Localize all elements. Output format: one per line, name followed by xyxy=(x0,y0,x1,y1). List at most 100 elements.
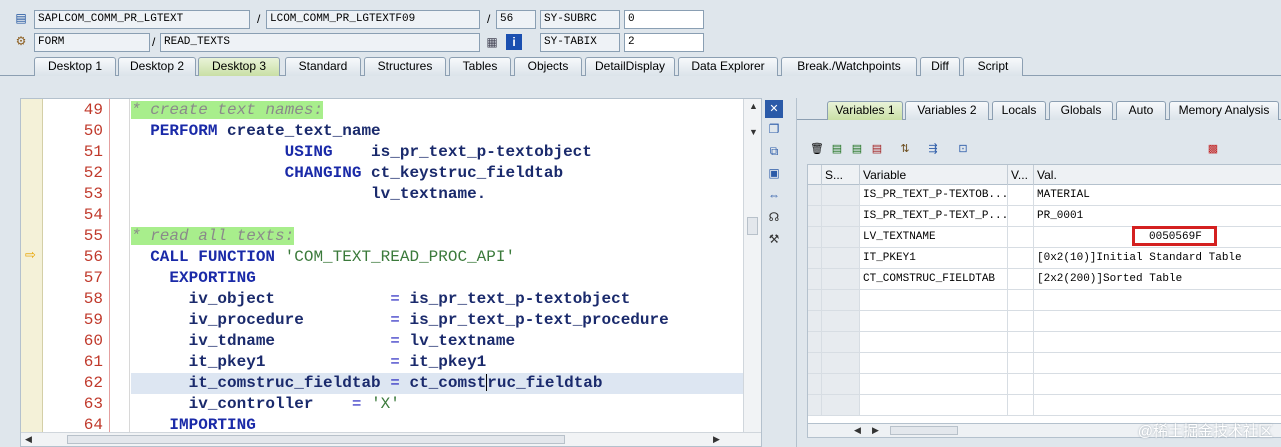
debugger-header: ▤ SAPLCOM_COMM_PR_LGTEXT / LCOM_COMM_PR_… xyxy=(0,0,1281,54)
col-header-v[interactable]: V... xyxy=(1008,165,1034,185)
code-vertical-scrollbar[interactable]: ▲ ▼ xyxy=(743,99,761,446)
scroll-right-icon[interactable]: ▶ xyxy=(713,434,720,445)
code-line: iv_controller = 'X' xyxy=(188,395,400,413)
tab-structures[interactable]: Structures xyxy=(364,57,446,76)
table-row[interactable]: IT_PKEY1 [0x2(10)]Initial Standard Table xyxy=(808,248,1281,269)
code-line: USING is_pr_text_p-textobject xyxy=(284,143,592,161)
filter-icon[interactable]: ⊡ xyxy=(955,141,971,157)
save-icon[interactable]: ▩ xyxy=(1205,141,1221,157)
tab-auto[interactable]: Auto xyxy=(1116,101,1166,120)
table-row[interactable] xyxy=(808,311,1281,332)
highlight-box xyxy=(1132,226,1217,246)
variables-toolbar: 🗑 ▤ ▤ ▤ ⇅ ⇶ ⊡ ▩ xyxy=(797,140,1281,160)
col-header-s[interactable]: S... xyxy=(822,165,860,185)
code-line: iv_object = is_pr_text_p-textobject xyxy=(188,290,631,308)
hscroll-thumb[interactable] xyxy=(67,435,565,444)
header-row-event: ⚙ FORM / READ_TEXTS ▦ i SY-TABIX 2 xyxy=(0,32,1281,54)
line-number-field: 56 xyxy=(496,10,536,29)
tab-locals[interactable]: Locals xyxy=(992,101,1046,120)
scroll-right-icon[interactable]: ▶ xyxy=(872,425,879,436)
tab-standard[interactable]: Standard xyxy=(285,57,361,76)
code-area[interactable]: * create text names: PERFORM create_text… xyxy=(131,99,743,446)
code-line: * create text names: xyxy=(131,101,324,119)
variables-tab-bar: Variables 1 Variables 2 Locals Globals A… xyxy=(797,100,1281,120)
table-row[interactable] xyxy=(808,395,1281,416)
scroll-thumb[interactable] xyxy=(747,217,758,235)
swap-icon[interactable]: ⇔ xyxy=(765,186,783,204)
variables-grid: S... Variable V... Val. IS_PR_TEXT_P-TEX… xyxy=(807,164,1281,424)
sysvar-value-field-2[interactable]: 2 xyxy=(624,33,704,52)
program-icon: ▤ xyxy=(15,11,27,25)
table-row[interactable] xyxy=(808,290,1281,311)
tab-diff[interactable]: Diff xyxy=(920,57,960,76)
sort-icon[interactable]: ⇅ xyxy=(897,141,913,157)
code-horizontal-scrollbar[interactable]: ◀ ▶ xyxy=(21,432,761,446)
code-line: PERFORM create_text_name xyxy=(150,122,381,140)
desktop-tab-bar: Desktop 1 Desktop 2 Desktop 3 Standard S… xyxy=(0,56,1281,76)
new-window-icon[interactable]: ❐ xyxy=(765,120,783,138)
tab-variables-2[interactable]: Variables 2 xyxy=(905,101,989,120)
scroll-left-icon[interactable]: ◀ xyxy=(854,425,861,436)
split-icon[interactable]: ⧉ xyxy=(765,142,783,160)
tab-tables[interactable]: Tables xyxy=(449,57,511,76)
watermark: @稀土掘金技术社区 xyxy=(1137,423,1273,440)
event-name-field: READ_TEXTS xyxy=(160,33,480,52)
tab-break-watchpoints[interactable]: Break./Watchpoints xyxy=(781,57,917,76)
remove-icon[interactable]: ▤ xyxy=(869,141,885,157)
code-line: iv_procedure = is_pr_text_p-text_procedu… xyxy=(188,311,669,329)
delete-icon[interactable]: 🗑 xyxy=(809,141,825,157)
sysvar-value-field-1[interactable]: 0 xyxy=(624,10,704,29)
scroll-left-icon[interactable]: ◀ xyxy=(25,434,32,445)
headset-icon[interactable]: ☊ xyxy=(765,208,783,226)
tab-desktop-1[interactable]: Desktop 1 xyxy=(34,57,116,76)
maximize-icon[interactable]: ▣ xyxy=(765,164,783,182)
close-icon[interactable]: ✕ xyxy=(765,100,783,118)
tab-memory-analysis[interactable]: Memory Analysis xyxy=(1169,101,1279,120)
tab-globals[interactable]: Globals xyxy=(1049,101,1113,120)
tools-icon[interactable]: ⚒ xyxy=(765,230,783,248)
insert-icon[interactable]: ▤ xyxy=(829,141,845,157)
tab-detaildisplay[interactable]: DetailDisplay xyxy=(585,57,675,76)
code-line: CHANGING ct_keystruc_fieldtab xyxy=(284,164,564,182)
append-icon[interactable]: ▤ xyxy=(849,141,865,157)
sysvar-name-field-1: SY-SUBRC xyxy=(540,10,620,29)
col-header-val[interactable]: Val. xyxy=(1034,165,1281,185)
table-row[interactable]: IS_PR_TEXT_P-TEXT_P... PR_0001 xyxy=(808,206,1281,227)
table-icon[interactable]: ▦ xyxy=(484,34,500,50)
tab-objects[interactable]: Objects xyxy=(514,57,582,76)
transfer-icon[interactable]: ⇶ xyxy=(925,141,941,157)
table-row[interactable] xyxy=(808,353,1281,374)
source-code-editor[interactable]: ⇨ 49 50 51 52 53 54 55 56 57 58 59 60 61… xyxy=(20,98,762,447)
scroll-up-icon[interactable]: ▲ xyxy=(749,101,758,111)
program-field: SAPLCOM_COMM_PR_LGTEXT xyxy=(34,10,250,29)
editor-side-toolbar: ✕ ❐ ⧉ ▣ ⇔ ☊ ⚒ xyxy=(762,98,786,258)
tab-variables-1[interactable]: Variables 1 xyxy=(827,101,903,120)
include-field: LCOM_COMM_PR_LGTEXTF09 xyxy=(266,10,480,29)
tab-data-explorer[interactable]: Data Explorer xyxy=(678,57,778,76)
tab-desktop-2[interactable]: Desktop 2 xyxy=(118,57,196,76)
col-header-variable[interactable]: Variable xyxy=(860,165,1008,185)
code-line: EXPORTING xyxy=(169,269,256,287)
tab-desktop-3[interactable]: Desktop 3 xyxy=(198,57,280,76)
code-line: lv_textname. xyxy=(371,185,487,203)
table-row[interactable]: IS_PR_TEXT_P-TEXTOB... MATERIAL xyxy=(808,185,1281,206)
line-numbers: 49 50 51 52 53 54 55 56 57 58 59 60 61 6… xyxy=(43,99,109,446)
table-row[interactable] xyxy=(808,332,1281,353)
grid-header: S... Variable V... Val. xyxy=(808,165,1281,185)
table-row[interactable]: CT_COMSTRUC_FIELDTAB [2x2(200)]Sorted Ta… xyxy=(808,269,1281,290)
code-line: it_pkey1 = it_pkey1 xyxy=(188,353,487,371)
code-line: iv_tdname = lv_textname xyxy=(188,332,516,350)
info-icon[interactable]: i xyxy=(506,34,522,50)
breakpoint-gutter[interactable]: ⇨ xyxy=(21,99,43,446)
grid-hscroll-thumb[interactable] xyxy=(890,426,958,435)
table-row[interactable] xyxy=(808,374,1281,395)
code-line: * read all texts: xyxy=(131,227,295,245)
header-row-program: ▤ SAPLCOM_COMM_PR_LGTEXT / LCOM_COMM_PR_… xyxy=(0,9,1281,31)
tab-script[interactable]: Script xyxy=(963,57,1023,76)
sysvar-name-field-2: SY-TABIX xyxy=(540,33,620,52)
gear-icon: ⚙ xyxy=(15,34,27,48)
event-type-field: FORM xyxy=(34,33,150,52)
scroll-down-icon[interactable]: ▼ xyxy=(749,127,758,137)
current-line-arrow-icon: ⇨ xyxy=(25,247,36,262)
